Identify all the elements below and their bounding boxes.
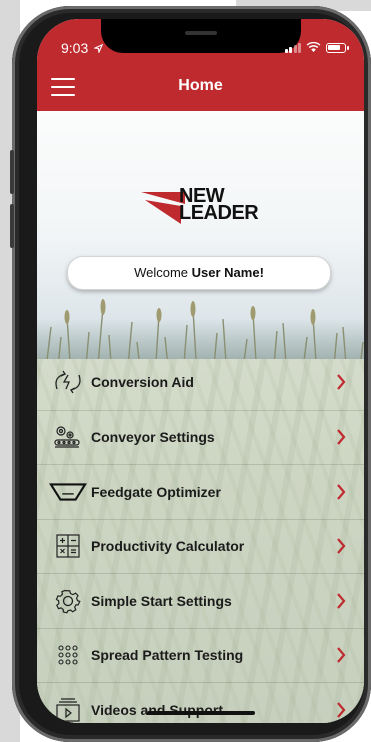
menu-item-label: Simple Start Settings xyxy=(91,592,232,609)
phone-volume-up xyxy=(10,150,14,194)
page-title: Home xyxy=(178,77,223,94)
menu-item-label: Conversion Aid xyxy=(91,374,194,391)
menu-item-productivity-calculator[interactable]: Productivity Calculator xyxy=(37,518,364,574)
chevron-right-icon xyxy=(337,702,346,718)
menu-item-videos-and-support[interactable]: Videos and Support xyxy=(37,682,364,723)
menu-item-conveyor-settings[interactable]: Conveyor Settings xyxy=(37,409,364,465)
conveyor-gears-icon xyxy=(49,423,87,451)
chevron-right-icon xyxy=(337,484,346,500)
gear-icon xyxy=(49,587,87,615)
menu-item-label: Feedgate Optimizer xyxy=(91,483,221,500)
status-time: 9:03 xyxy=(61,40,104,56)
main-menu: Conversion Aid Conveyor Settings Feedgat… xyxy=(37,355,364,723)
chevron-right-icon xyxy=(337,374,346,390)
menu-item-conversion-aid[interactable]: Conversion Aid xyxy=(37,355,364,410)
menu-item-label: Conveyor Settings xyxy=(91,429,215,446)
calculator-icon xyxy=(49,532,87,560)
chevron-right-icon xyxy=(337,593,346,609)
logo-line2: LEADER xyxy=(179,202,259,224)
feedgate-hopper-icon xyxy=(49,478,87,506)
menu-item-label: Productivity Calculator xyxy=(91,538,245,555)
dot-grid-icon xyxy=(49,641,87,669)
menu-item-feedgate-optimizer[interactable]: Feedgate Optimizer xyxy=(37,464,364,519)
home-indicator[interactable] xyxy=(147,711,255,715)
chevron-right-icon xyxy=(337,538,346,554)
status-time-text: 9:03 xyxy=(61,40,89,56)
welcome-banner: Welcome User Name! xyxy=(67,256,331,290)
wifi-icon xyxy=(306,42,321,53)
new-leader-logo: NEW LEADER xyxy=(141,186,271,234)
chevron-right-icon xyxy=(337,429,346,445)
phone-volume-down xyxy=(10,204,14,248)
chevron-right-icon xyxy=(337,647,346,663)
app-header: 9:03 Home xyxy=(37,19,364,111)
logo-text: NEW LEADER xyxy=(179,186,259,224)
location-arrow-icon xyxy=(93,43,104,55)
menu-item-label: Spread Pattern Testing xyxy=(91,647,244,664)
welcome-prefix: Welcome xyxy=(134,265,192,280)
menu-item-label: Videos and Support xyxy=(91,701,223,718)
conversion-arrows-icon xyxy=(49,368,87,396)
phone-notch xyxy=(101,19,301,53)
video-play-icon xyxy=(49,696,87,723)
signal-icon xyxy=(284,42,301,53)
status-icons xyxy=(284,39,349,53)
battery-icon xyxy=(326,43,349,53)
menu-item-simple-start-settings[interactable]: Simple Start Settings xyxy=(37,573,364,628)
menu-item-spread-pattern-testing[interactable]: Spread Pattern Testing xyxy=(37,627,364,683)
welcome-user-name: User Name! xyxy=(191,265,264,280)
phone-screen: 9:03 Home NEW LEADER Welcome User Name! … xyxy=(37,19,364,723)
